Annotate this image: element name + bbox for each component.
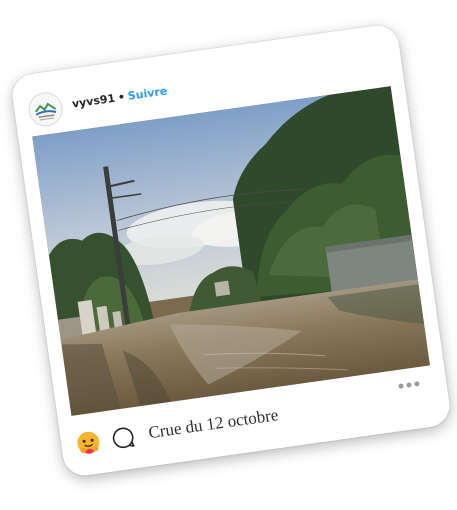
more-options-icon[interactable] — [397, 372, 428, 389]
profile-logo-icon — [27, 91, 64, 128]
post-photo[interactable] — [32, 86, 430, 416]
separator: • — [117, 90, 126, 105]
header-text: vyvs91•Suivre — [71, 84, 168, 110]
hugging-face-emoji-icon[interactable] — [74, 428, 103, 457]
post-caption: Crue du 12 octobre — [147, 405, 280, 443]
dot-icon — [406, 382, 412, 388]
username[interactable]: vyvs91 — [71, 92, 116, 111]
comment-bubble-icon[interactable] — [109, 424, 136, 451]
avatar[interactable] — [26, 90, 65, 129]
instagram-post-card: vyvs91•Suivre Crue du 12 octobre — [9, 22, 453, 479]
dot-icon — [414, 381, 420, 387]
dot-icon — [398, 383, 404, 389]
follow-button[interactable]: Suivre — [127, 84, 168, 102]
